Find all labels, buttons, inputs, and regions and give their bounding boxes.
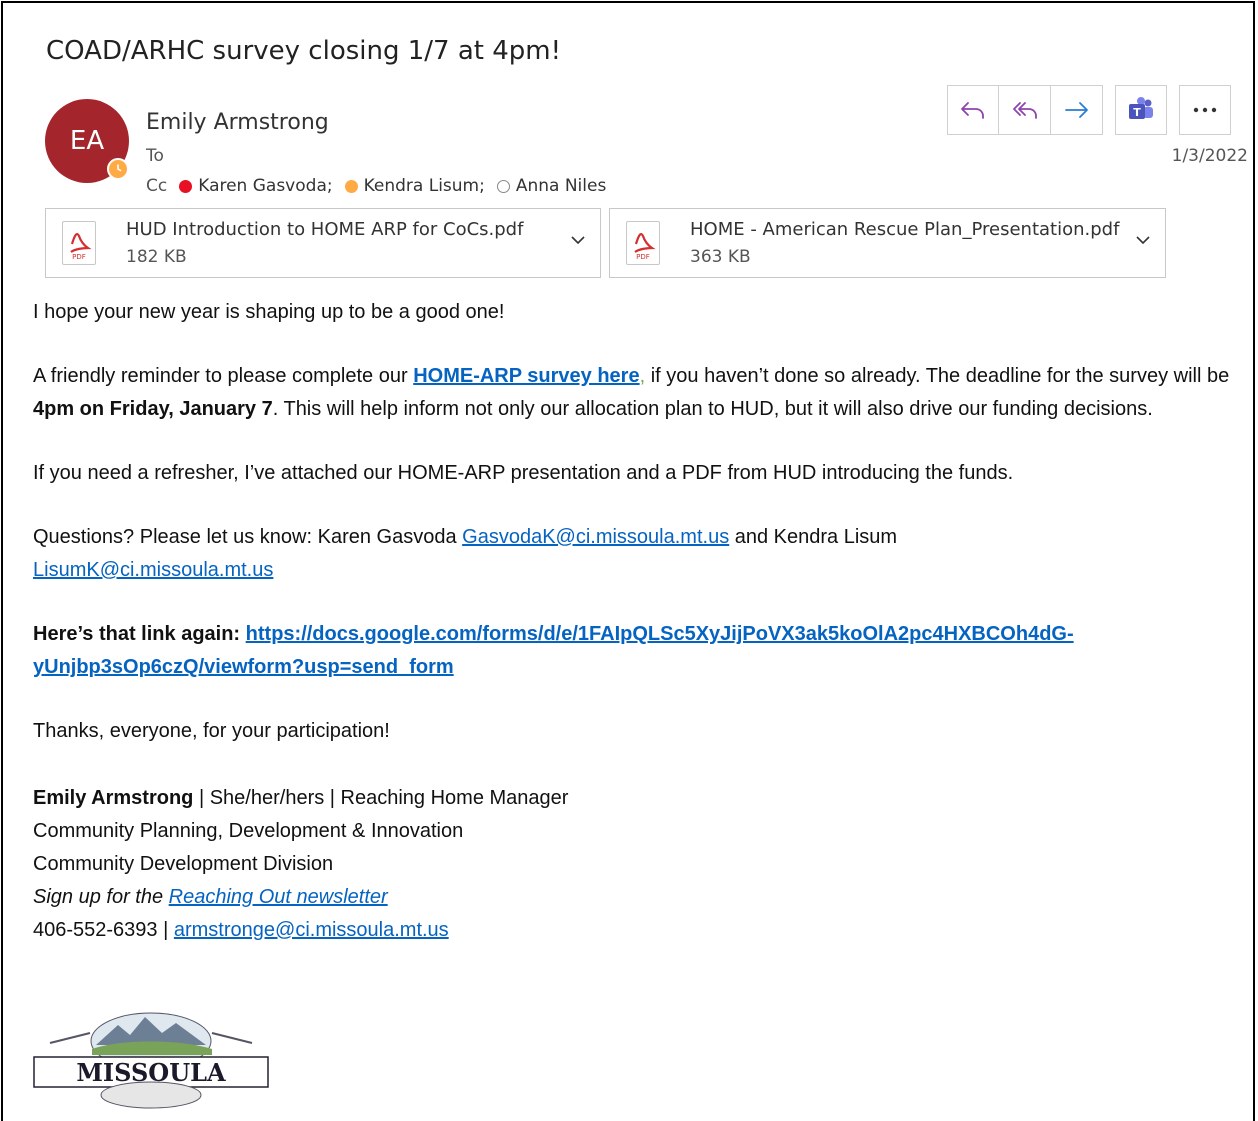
cc-line: Cc Karen Gasvoda; Kendra Lisum; Anna Nil…: [146, 176, 606, 196]
pdf-file-icon: PDF: [62, 221, 96, 265]
teams-icon: T: [1129, 97, 1153, 119]
contact-line: 406-552-6393 | armstronge@ci.missoula.mt…: [33, 919, 449, 941]
email-date: 1/3/2022: [1171, 146, 1248, 166]
attachment-name: HUD Introduction to HOME ARP for CoCs.pd…: [126, 219, 524, 240]
forward-button[interactable]: [1051, 85, 1103, 135]
more-actions-button[interactable]: [1179, 85, 1231, 135]
more-icon: [1193, 107, 1217, 113]
greeting-text: I hope your new year is shaping up to be…: [33, 301, 505, 323]
action-toolbar: T: [947, 85, 1231, 135]
email-link-lisum[interactable]: LisumK@ci.missoula.mt.us: [33, 559, 273, 581]
svg-text:T: T: [1133, 106, 1141, 119]
attachment-name: HOME - American Rescue Plan_Presentation…: [690, 219, 1120, 240]
chevron-down-icon[interactable]: [1135, 235, 1151, 245]
signature-name-line: Emily Armstrong | She/her/hers | Reachin…: [33, 787, 569, 809]
questions-paragraph: Questions? Please let us know: Karen Gas…: [33, 526, 898, 581]
attachment-size: 182 KB: [126, 247, 187, 267]
signature-division: Community Development Division: [33, 853, 334, 875]
presence-away-icon: [344, 179, 358, 193]
newsletter-line: Sign up for the Reaching Out newsletter: [33, 886, 388, 908]
refresher-text: If you need a refresher, I’ve attached o…: [33, 462, 1014, 484]
reply-icon: [961, 102, 984, 119]
email-body: I hope your new year is shaping up to be…: [33, 296, 1243, 947]
cc-recipient[interactable]: Anna Niles: [516, 176, 606, 196]
presence-away-icon: [107, 158, 129, 180]
attachment-size: 363 KB: [690, 247, 751, 267]
avatar-initials: EA: [69, 126, 105, 156]
svg-text:PDF: PDF: [72, 253, 86, 261]
missoula-logo: MISSOULA: [33, 1012, 269, 1109]
reply-all-icon: [1012, 102, 1037, 119]
link-again-paragraph: Here’s that link again: https://docs.goo…: [33, 623, 1074, 678]
cc-recipient[interactable]: Kendra Lisum;: [364, 176, 485, 196]
cc-label: Cc: [146, 176, 168, 196]
email-link-gasvoda[interactable]: GasvodaK@ci.missoula.mt.us: [462, 526, 729, 548]
presence-offline-icon: [496, 179, 510, 193]
pdf-file-icon: PDF: [626, 221, 660, 265]
signature-email-link[interactable]: armstronge@ci.missoula.mt.us: [174, 919, 449, 941]
signature-dept: Community Planning, Development & Innova…: [33, 820, 464, 842]
thanks-text: Thanks, everyone, for your participation…: [33, 720, 390, 742]
attachment-card[interactable]: PDF HUD Introduction to HOME ARP for CoC…: [45, 208, 601, 278]
email-subject: COAD/ARHC survey closing 1/7 at 4pm!: [46, 36, 562, 66]
presence-busy-icon: [179, 179, 193, 193]
reply-all-button[interactable]: [999, 85, 1051, 135]
reply-button[interactable]: [947, 85, 999, 135]
svg-text:PDF: PDF: [636, 253, 650, 261]
chevron-down-icon[interactable]: [570, 235, 586, 245]
sender-name[interactable]: Emily Armstrong: [146, 110, 329, 135]
forward-icon: [1064, 102, 1088, 118]
survey-link[interactable]: HOME-ARP survey here: [413, 365, 639, 387]
cc-recipient[interactable]: Karen Gasvoda;: [198, 176, 332, 196]
teams-button[interactable]: T: [1115, 85, 1167, 135]
to-label: To: [146, 146, 164, 166]
deadline-text: 4pm on Friday, January 7: [33, 398, 273, 420]
reminder-paragraph: A friendly reminder to please complete o…: [33, 365, 1230, 420]
newsletter-link[interactable]: Reaching Out newsletter: [169, 886, 388, 908]
attachment-card[interactable]: PDF HOME - American Rescue Plan_Presenta…: [609, 208, 1166, 278]
